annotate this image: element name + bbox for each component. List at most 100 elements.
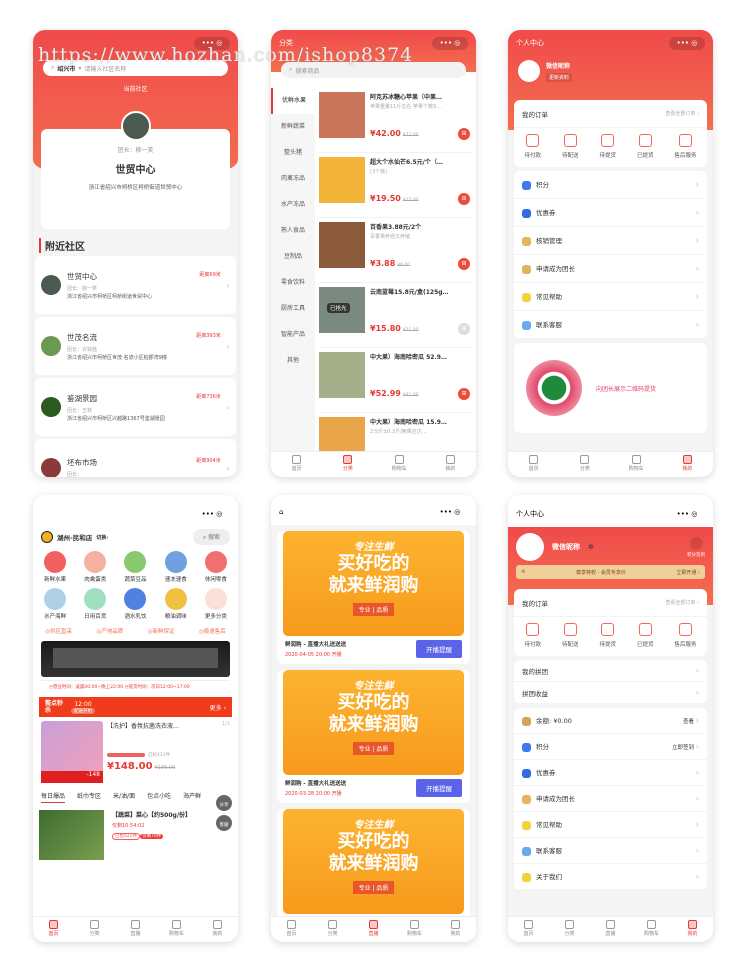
menu-row[interactable]: 积分 › — [514, 171, 707, 199]
tab-item[interactable]: 首页 — [271, 452, 322, 477]
flash-more[interactable]: 更多 › — [210, 703, 226, 712]
category-side-item[interactable]: 零食饮料 — [271, 270, 315, 296]
tab-item[interactable]: 分类 — [549, 917, 590, 942]
menu-row[interactable]: 申请成为团长 › — [514, 786, 707, 812]
category-side-item[interactable]: 豆制品 — [271, 244, 315, 270]
tab-item[interactable]: 购物车 — [394, 917, 435, 942]
tab-item[interactable]: 购物车 — [611, 452, 662, 477]
live-item[interactable]: 专注生鲜 买好吃的 就来鲜润购 专业 | 品质 — [277, 809, 470, 920]
tab-item[interactable]: 直播 — [590, 917, 631, 942]
menu-row[interactable]: 关于我们 › — [514, 864, 707, 890]
tab-item[interactable]: 直播 — [115, 917, 156, 942]
category-item[interactable]: 新鲜水果 — [35, 551, 75, 583]
edit-profile-button[interactable]: 更新资料 — [546, 72, 573, 82]
switch-store-button[interactable]: 切换› — [96, 534, 108, 541]
category-side-item[interactable]: 熟人食品 — [271, 218, 315, 244]
avatar[interactable] — [518, 60, 540, 82]
menu-row[interactable]: 常见帮助 › — [514, 812, 707, 838]
order-status-button[interactable]: 已提货 — [637, 134, 654, 159]
order-status-button[interactable]: 已提货 — [637, 623, 654, 648]
product-item[interactable]: 已抢光 云南蓝莓15.8元/盒(125g… ¥15.80 ¥25.00 ⊞ — [319, 283, 472, 348]
menu-capsule[interactable]: ••• ◎ — [432, 36, 468, 50]
category-item[interactable]: 蔬菜豆品 — [115, 551, 155, 583]
tab-item[interactable]: 分类 — [74, 917, 115, 942]
category-item[interactable]: 速冻速食 — [156, 551, 196, 583]
order-status-button[interactable]: 待配送 — [562, 623, 579, 648]
tab-item[interactable]: 首页 — [271, 917, 312, 942]
tab-item[interactable]: 分类 — [312, 917, 353, 942]
product-tab[interactable]: 海产鲜 — [183, 791, 201, 803]
settings-icon[interactable]: ✲ — [588, 543, 594, 551]
tab-item[interactable]: 我的 — [425, 452, 476, 477]
order-status-button[interactable]: 待提货 — [599, 623, 616, 648]
avatar[interactable] — [516, 533, 544, 561]
product-tab[interactable]: 每日爆品 — [41, 791, 66, 803]
live-item[interactable]: 专注生鲜 买好吃的 就来鲜润购 专业 | 品质 鲜润购 - 直播大礼送送送 2020-03… — [277, 670, 470, 803]
product-item[interactable]: 超大个水仙芒6.5元/个（… (3个装) ¥19.50 ¥25.00 ⊞ — [319, 153, 472, 218]
group-income-row[interactable]: 拼团收益 › — [514, 682, 707, 704]
community-item[interactable]: 世贸中心 距离69米 团长：柳一笑 浙江省绍兴市柯桥区柯桥街道世贸中心 › — [35, 256, 236, 314]
product-item[interactable]: 中大果）海南哈密瓜 15.9… 2.5斤±0.3斤/两果应达… — [319, 413, 472, 451]
community-item[interactable]: 坯布市场 距离904米 团长： › — [35, 439, 236, 477]
banner[interactable] — [41, 641, 230, 677]
current-community-card[interactable]: 团长：柳一笑 世贸中心 浙江省绍兴市柯桥区柯桥街道世贸中心 — [41, 111, 230, 229]
vip-open-button[interactable]: 立即开通 › — [676, 569, 700, 576]
tab-item[interactable]: 分类 — [322, 452, 373, 477]
tab-item[interactable]: 首页 — [508, 917, 549, 942]
tab-item[interactable]: 我的 — [197, 917, 238, 942]
order-status-button[interactable]: 售后服务 — [674, 134, 697, 159]
order-status-button[interactable]: 待付款 — [524, 623, 541, 648]
flash-product[interactable]: -148 【洗护】香氛抗菌洗衣液… 1/1 已抢413件 ¥148.00 ¥186… — [33, 717, 238, 787]
category-side-item[interactable]: 智能产品 — [271, 322, 315, 348]
product-tab[interactable]: 米/油/面 — [113, 791, 135, 803]
category-item[interactable]: 酒水乳饮 — [115, 588, 155, 620]
menu-row[interactable]: 优惠券 › — [514, 199, 707, 227]
order-status-button[interactable]: 待付款 — [524, 134, 541, 159]
category-side-item[interactable]: 水产冻品 — [271, 192, 315, 218]
order-status-button[interactable]: 售后服务 — [674, 623, 697, 648]
category-item[interactable]: 水产海鲜 — [35, 588, 75, 620]
product-item[interactable]: 百香果3.88元/2个 百香果养自又养殖 ¥3.88 ¥6.00 ⊞ — [319, 218, 472, 283]
menu-row[interactable]: 联系客服 › — [514, 311, 707, 339]
tab-item[interactable]: 购物车 — [374, 452, 425, 477]
category-item[interactable]: 日用百货 — [75, 588, 115, 620]
menu-row[interactable]: 积分 立即签到 › — [514, 734, 707, 760]
product-item[interactable]: 中大果）海南哈密瓜 52.9… ¥52.99 ¥92.00 ⊞ — [319, 348, 472, 413]
view-all-orders[interactable]: 查看全部订单 › — [665, 599, 699, 606]
add-to-cart-icon[interactable]: ⊞ — [458, 388, 470, 400]
add-to-cart-icon[interactable]: ⊞ — [458, 193, 470, 205]
share-button[interactable]: 分享 — [216, 795, 232, 811]
tab-item[interactable]: 我的 — [662, 452, 713, 477]
category-item[interactable]: 肉禽蛋类 — [75, 551, 115, 583]
menu-row[interactable]: 余额: ¥0.00 查看 › — [514, 708, 707, 734]
product-item[interactable]: 阿克苏冰糖心苹果（中果… 苹果重量11斤左右 苹果个数9… ¥42.00 ¥72.0… — [319, 88, 472, 153]
category-side-item[interactable]: 厨房工具 — [271, 296, 315, 322]
category-side-item[interactable]: 优鲜水果 — [271, 88, 315, 114]
tab-item[interactable]: 我的 — [672, 917, 713, 942]
menu-row[interactable]: 联系客服 › — [514, 838, 707, 864]
search-button[interactable]: ⌕ 搜索 — [192, 529, 230, 545]
tab-item[interactable]: 直播 — [353, 917, 394, 942]
order-status-button[interactable]: 待提货 — [599, 134, 616, 159]
tab-item[interactable]: 购物车 — [631, 917, 672, 942]
add-to-cart-icon[interactable]: ⊞ — [458, 128, 470, 140]
remind-button[interactable]: 开播提醒 — [416, 640, 462, 658]
menu-row[interactable]: 优惠券 › — [514, 760, 707, 786]
service-button[interactable]: 客服 — [216, 815, 232, 831]
tab-item[interactable]: 分类 — [559, 452, 610, 477]
live-item[interactable]: 专注生鲜 买好吃的 就来鲜润购 专业 | 品质 鲜润购 - 直播大礼送送送 2020-04… — [277, 531, 470, 664]
community-item[interactable]: 世茂名流 距离393米 团长：许锌茜 浙江省绍兴市柯桥区世茂·名流小区柏郡湾9幢 › — [35, 317, 236, 375]
my-group-row[interactable]: 我的拼团 › — [514, 660, 707, 682]
tab-item[interactable]: 首页 — [33, 917, 74, 942]
sign-in-button[interactable]: 积分签到 — [687, 536, 705, 558]
category-item[interactable]: 更多分类 — [196, 588, 236, 620]
add-to-cart-icon[interactable]: ⊞ — [458, 323, 470, 335]
menu-capsule[interactable]: ••• ◎ — [432, 506, 468, 519]
menu-row[interactable]: 核销管理 › — [514, 227, 707, 255]
vip-bar[interactable]: ♔ 尊享特权 · 会员专享价 立即开通 › — [516, 565, 705, 579]
tab-item[interactable]: 我的 — [435, 917, 476, 942]
category-side-item[interactable]: 新鲜蔬菜 — [271, 114, 315, 140]
order-status-button[interactable]: 待配送 — [562, 134, 579, 159]
tab-item[interactable]: 首页 — [508, 452, 559, 477]
add-to-cart-icon[interactable]: ⊞ — [458, 258, 470, 270]
